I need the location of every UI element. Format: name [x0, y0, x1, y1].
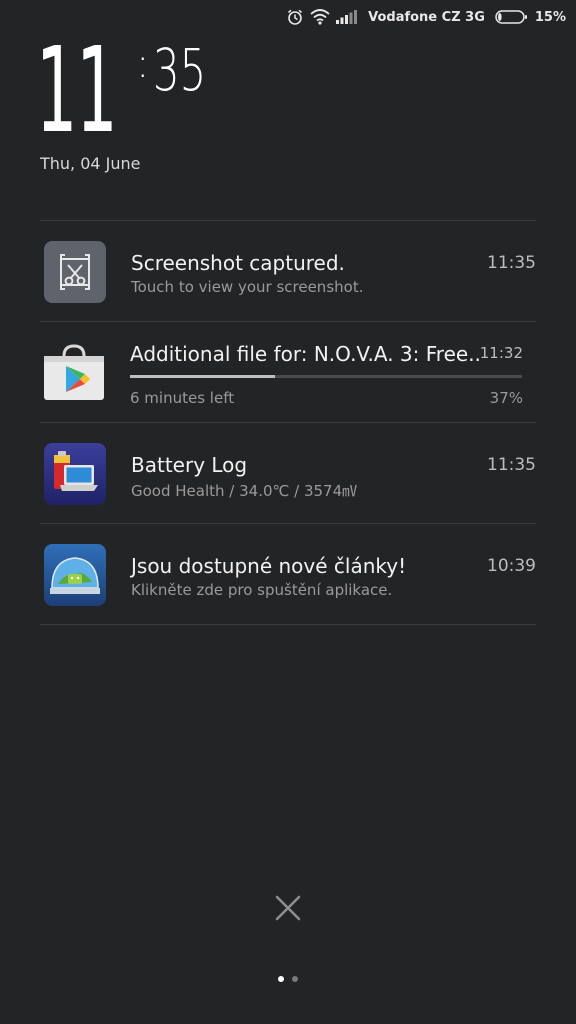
notification-time: 11:35: [487, 253, 536, 273]
carrier-name: Vodafone CZ 3G: [368, 9, 485, 25]
clock-minute: 35: [153, 36, 207, 104]
clock-colon: :: [136, 41, 150, 87]
page-dot[interactable]: [292, 976, 298, 982]
screenshot-icon: [44, 241, 106, 303]
clear-notifications-button[interactable]: [272, 894, 304, 926]
battery-icon: [495, 9, 529, 25]
notification-time: 11:35: [487, 455, 536, 475]
notification-item-screenshot[interactable]: Screenshot captured. Touch to view your …: [40, 221, 536, 322]
notification-item-battery-log[interactable]: Battery Log Good Health / 34.0℃ / 3574㎷ …: [40, 423, 536, 524]
lock-screen: Vodafone CZ 3G 15% 11 : 35 Thu, 04 June: [0, 0, 576, 1024]
signal-icon: [336, 10, 358, 24]
lockscreen-clock: 11 : 35: [36, 21, 227, 159]
notification-subtitle: Good Health / 34.0℃ / 3574㎷: [131, 482, 358, 500]
notification-title: Screenshot captured.: [131, 251, 345, 275]
notification-list: Screenshot captured. Touch to view your …: [40, 220, 536, 625]
download-progress-bar: [130, 375, 522, 378]
play-store-icon: [40, 340, 108, 408]
notification-time: 10:39: [487, 556, 536, 576]
battery-log-icon: [44, 443, 106, 505]
notification-time: 11:32: [479, 344, 523, 362]
download-progress-fill: [130, 375, 276, 378]
close-icon: [274, 894, 302, 926]
download-percent: 37%: [489, 389, 523, 407]
clock-hour: 11: [36, 21, 117, 159]
page-dot-active[interactable]: [278, 976, 284, 982]
notification-title: Jsou dostupné nové články!: [131, 554, 407, 578]
alarm-icon: [286, 8, 304, 26]
notification-title: Battery Log: [131, 453, 248, 477]
page-indicator: [0, 976, 576, 982]
notification-subtitle: Touch to view your screenshot.: [131, 278, 364, 296]
notification-title: Additional file for: N.O.V.A. 3: Free..: [130, 342, 481, 366]
notification-item-news[interactable]: Jsou dostupné nové články! Klikněte zde …: [40, 524, 536, 625]
wifi-icon: [310, 9, 330, 25]
news-app-icon: [44, 544, 106, 606]
lockscreen-date: Thu, 04 June: [40, 154, 141, 173]
battery-percent: 15%: [534, 9, 566, 25]
notification-subtitle: Klikněte zde pro spuštění aplikace.: [131, 581, 393, 599]
notification-item-download[interactable]: Additional file for: N.O.V.A. 3: Free.. …: [40, 322, 536, 423]
notification-subtitle: 6 minutes left: [130, 389, 235, 407]
